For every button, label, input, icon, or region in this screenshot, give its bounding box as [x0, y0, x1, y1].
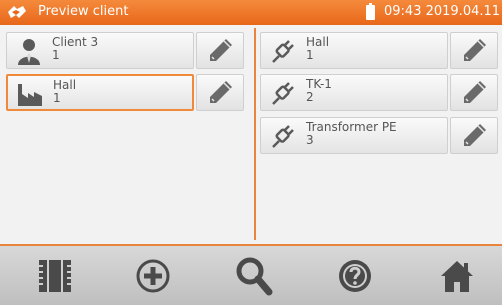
pencil-icon — [464, 39, 486, 61]
column-divider — [254, 28, 256, 240]
clock-date: 09:43 2019.04.11 — [384, 4, 501, 19]
home-button[interactable] — [437, 256, 477, 296]
list-item-hall-selected[interactable]: Hall 1 — [6, 74, 194, 111]
meter-logo-icon — [8, 6, 26, 18]
factory-icon — [18, 84, 42, 106]
plug-icon — [272, 125, 294, 148]
pencil-icon — [210, 81, 232, 103]
item-name: Transformer PE — [306, 120, 397, 134]
item-name: TK-1 — [306, 77, 332, 91]
add-button[interactable] — [133, 256, 173, 296]
plug-icon — [272, 40, 294, 63]
item-name: Hall — [306, 35, 330, 49]
edit-button[interactable] — [196, 32, 244, 69]
memory-icon — [39, 260, 71, 292]
item-number: 2 — [306, 90, 314, 104]
person-icon — [18, 39, 40, 65]
item-name: Client 3 — [52, 35, 99, 49]
item-number: 1 — [306, 48, 314, 62]
help-button[interactable] — [335, 256, 375, 296]
title-bar: Preview client 09:43 2019.04.11 — [0, 0, 502, 25]
memory-button[interactable] — [35, 256, 75, 296]
list-item-object[interactable]: Hall 1 — [260, 32, 448, 69]
bottom-toolbar — [0, 244, 502, 305]
item-number: 1 — [52, 48, 60, 62]
list-item-object[interactable]: Transformer PE 3 — [260, 117, 448, 154]
search-button[interactable] — [234, 256, 274, 296]
edit-button[interactable] — [450, 32, 498, 69]
edit-button[interactable] — [450, 74, 498, 111]
edit-button[interactable] — [450, 117, 498, 154]
page-title: Preview client — [38, 4, 129, 19]
item-number: 1 — [53, 91, 61, 105]
edit-button[interactable] — [196, 74, 244, 111]
pencil-icon — [464, 124, 486, 146]
list-item-client[interactable]: Client 3 1 — [6, 32, 194, 69]
item-name: Hall — [53, 78, 77, 92]
plug-icon — [272, 82, 294, 105]
pencil-icon — [464, 81, 486, 103]
home-icon — [441, 261, 473, 292]
battery-icon — [366, 3, 375, 20]
list-item-object[interactable]: TK-1 2 — [260, 74, 448, 111]
item-number: 3 — [306, 133, 314, 147]
pencil-icon — [210, 39, 232, 61]
add-icon — [136, 259, 170, 293]
search-icon — [236, 257, 273, 296]
help-icon — [339, 260, 371, 292]
